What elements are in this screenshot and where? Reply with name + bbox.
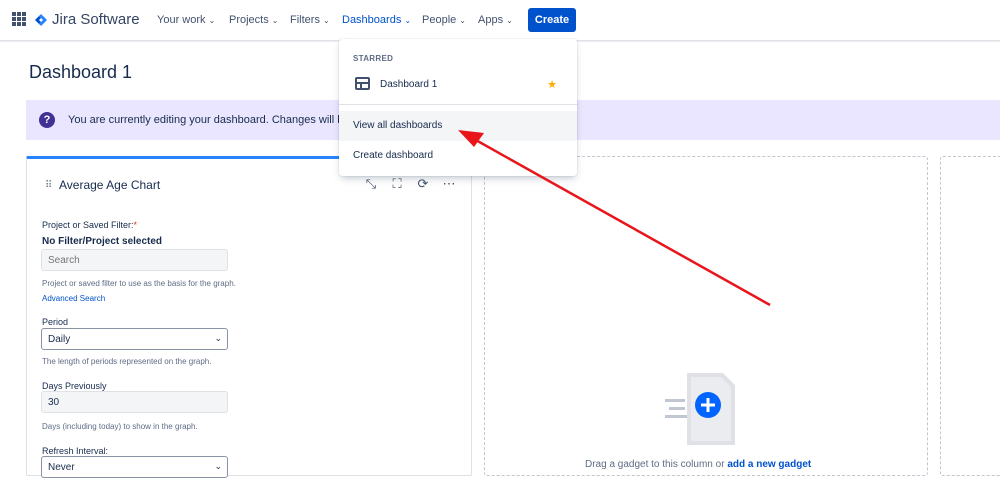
filter-selected: No Filter/Project selected — [42, 236, 163, 247]
period-select-value: Daily — [48, 334, 71, 345]
period-select[interactable]: Daily ⌄ — [41, 328, 228, 350]
maximize-icon[interactable]: ⛶ — [389, 176, 405, 192]
view-all-dashboards-item[interactable]: View all dashboards — [339, 111, 577, 141]
filter-label: Project or Saved Filter:* — [42, 220, 137, 230]
create-button[interactable]: Create — [528, 8, 576, 32]
days-input[interactable]: 30 — [41, 391, 228, 413]
dashboard-icon — [355, 77, 370, 90]
refresh-icon[interactable]: ⟳ — [415, 176, 431, 192]
dashboard-column-3 — [940, 156, 1000, 476]
minimize-icon[interactable]: ⤡ — [363, 176, 379, 192]
add-gadget-illustration — [665, 373, 735, 445]
chevron-down-icon: ⌄ — [404, 15, 412, 25]
app-switcher-icon[interactable] — [12, 12, 26, 26]
nav-filters-label: Filters — [290, 14, 320, 26]
filter-label-text: Project or Saved Filter: — [42, 220, 134, 230]
starred-section-heading: STARRED — [353, 54, 394, 63]
chevron-down-icon: ⌄ — [506, 15, 513, 25]
create-dashboard-label: Create dashboard — [353, 150, 434, 161]
advanced-search-link[interactable]: Advanced Search — [42, 294, 105, 303]
jira-logo-icon — [35, 13, 47, 26]
create-dashboard-item[interactable]: Create dashboard — [339, 141, 577, 171]
nav-your-work-label: Your work — [157, 14, 206, 26]
filter-search-input[interactable] — [41, 249, 228, 271]
refresh-label: Refresh Interval: — [42, 446, 109, 456]
banner-message: You are currently editing your dashboard… — [68, 114, 359, 126]
average-age-gadget: ⠿ Average Age Chart ⤡ ⛶ ⟳ ⋯ Project or S… — [26, 156, 472, 478]
required-mark: * — [133, 220, 138, 230]
dashboards-dropdown-menu: STARRED Dashboard 1 ★ View all dashboard… — [339, 39, 577, 176]
nav-projects-label: Projects — [229, 14, 269, 26]
filter-hint: Project or saved filter to use as the ba… — [42, 279, 236, 288]
jira-logo[interactable]: Jira Software — [35, 11, 140, 28]
nav-apps-label: Apps — [478, 14, 504, 26]
chevron-down-icon: ⌄ — [271, 15, 279, 25]
nav-dashboards[interactable]: Dashboards ⌄ — [342, 14, 411, 26]
period-label: Period — [42, 317, 69, 327]
chevron-down-icon: ⌄ — [214, 461, 222, 471]
dashboard-column-2: Drag a gadget to this column or add a ne… — [484, 156, 928, 476]
days-hint: Days (including today) to show in the gr… — [42, 422, 198, 431]
chevron-down-icon: ⌄ — [214, 333, 222, 343]
gadget-title: Average Age Chart — [59, 178, 161, 192]
nav-people[interactable]: People ⌄ — [422, 14, 466, 26]
nav-filters[interactable]: Filters ⌄ — [290, 14, 330, 26]
nav-people-label: People — [422, 14, 457, 26]
chevron-down-icon: ⌄ — [322, 15, 330, 25]
nav-apps[interactable]: Apps ⌄ — [478, 14, 513, 26]
chevron-down-icon: ⌄ — [208, 15, 216, 25]
drag-handle-icon[interactable]: ⠿ — [45, 180, 52, 191]
starred-dashboard-item[interactable]: Dashboard 1 ★ — [339, 70, 577, 100]
question-icon: ? — [39, 112, 55, 128]
top-navigation: Jira Software Your work ⌄ Projects ⌄ Filte… — [0, 0, 1000, 41]
gadget-toolbar: ⤡ ⛶ ⟳ ⋯ — [363, 176, 457, 192]
view-all-dashboards-label: View all dashboards — [353, 120, 443, 131]
starred-dashboard-label: Dashboard 1 — [380, 79, 438, 90]
nav-your-work[interactable]: Your work ⌄ — [157, 14, 215, 26]
days-label: Days Previously — [42, 381, 107, 391]
more-options-icon[interactable]: ⋯ — [441, 176, 457, 192]
chevron-down-icon: ⌄ — [459, 15, 466, 25]
star-icon[interactable]: ★ — [547, 78, 557, 91]
nav-projects[interactable]: Projects ⌄ — [229, 14, 278, 26]
menu-divider — [339, 104, 577, 105]
page-title: Dashboard 1 — [29, 62, 133, 82]
product-name: Jira Software — [52, 11, 140, 28]
nav-dashboards-label: Dashboards — [342, 14, 402, 26]
refresh-select[interactable]: Never ⌄ — [41, 456, 228, 478]
period-hint: The length of periods represented on the… — [42, 357, 212, 366]
refresh-select-value: Never — [48, 462, 75, 473]
